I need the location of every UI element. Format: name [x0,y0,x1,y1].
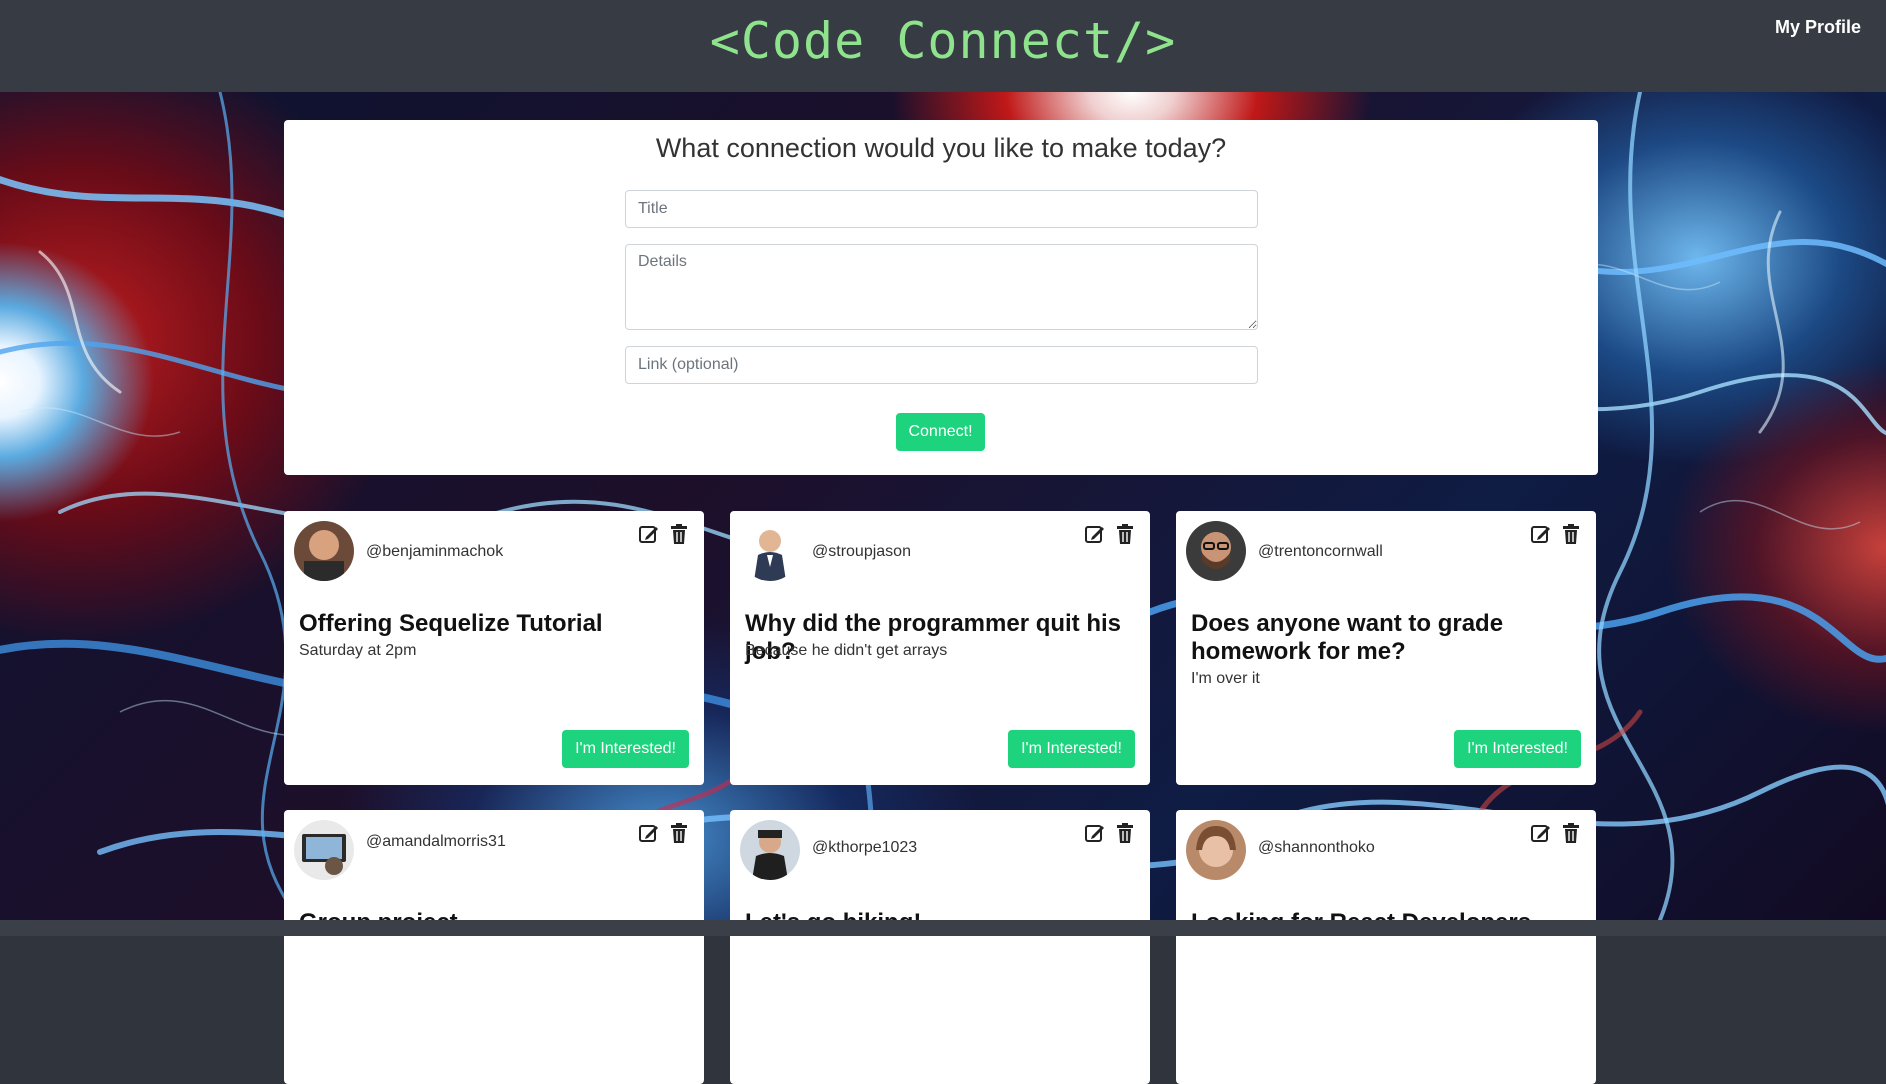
post-card: @kthorpe1023 Let's go hiking! [730,810,1150,1084]
post-details: Because he didn't get arrays [745,642,948,659]
trash-icon[interactable] [1560,523,1582,545]
trash-icon[interactable] [1114,523,1136,545]
avatar[interactable] [294,820,354,880]
post-title: Does anyone want to grade homework for m… [1191,610,1504,665]
avatar[interactable] [740,521,800,581]
interested-button[interactable]: I'm Interested! [562,730,689,768]
post-card: @benjaminmachok Offering Sequelize Tutor… [284,511,704,785]
form-heading: What connection would you like to make t… [655,133,1227,163]
avatar[interactable] [740,820,800,880]
post-details: I'm over it [1191,670,1260,687]
my-profile-link[interactable]: My Profile [1775,17,1861,38]
username[interactable]: @trentoncornwall [1258,543,1383,561]
post-card: @shannonthoko Looking for React Develope… [1176,810,1596,1084]
link-input[interactable] [625,346,1258,384]
window-bottom-edge [0,920,1886,936]
avatar[interactable] [1186,521,1246,581]
trash-icon[interactable] [1560,822,1582,844]
username[interactable]: @amandalmorris31 [366,833,506,851]
brand-logo[interactable]: <Code Connect/> [0,12,1886,70]
avatar[interactable] [294,521,354,581]
edit-icon[interactable] [638,822,660,844]
username[interactable]: @stroupjason [812,543,911,561]
interested-button[interactable]: I'm Interested! [1454,730,1581,768]
title-input[interactable] [625,190,1258,228]
edit-icon[interactable] [1530,822,1552,844]
navbar: <Code Connect/> My Profile [0,0,1886,92]
interested-button[interactable]: I'm Interested! [1008,730,1135,768]
post-card: @trentoncornwall Does anyone want to gra… [1176,511,1596,785]
details-textarea[interactable] [625,244,1258,330]
post-title: Offering Sequelize Tutorial [299,610,603,637]
trash-icon[interactable] [668,523,690,545]
username[interactable]: @benjaminmachok [366,543,503,561]
username[interactable]: @shannonthoko [1258,839,1375,857]
edit-icon[interactable] [638,523,660,545]
connect-button[interactable]: Connect! [896,413,985,451]
trash-icon[interactable] [1114,822,1136,844]
edit-icon[interactable] [1084,523,1106,545]
avatar[interactable] [1186,820,1246,880]
post-details: Saturday at 2pm [299,642,417,659]
username[interactable]: @kthorpe1023 [812,839,917,857]
edit-icon[interactable] [1530,523,1552,545]
trash-icon[interactable] [668,822,690,844]
post-card: @stroupjason Why did the programmer quit… [730,511,1150,785]
post-card: @amandalmorris31 Group project... [284,810,704,1084]
new-post-form: What connection would you like to make t… [284,120,1598,475]
edit-icon[interactable] [1084,822,1106,844]
